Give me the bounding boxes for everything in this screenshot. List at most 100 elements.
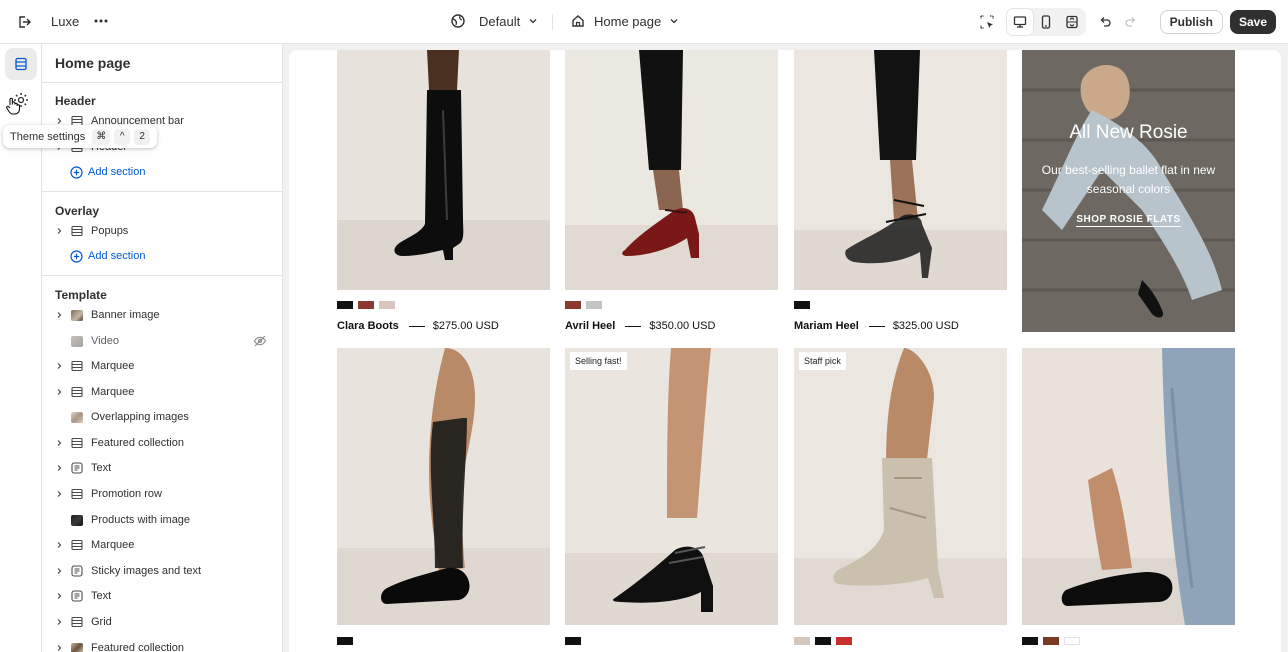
section-item-featured-collection[interactable]: Featured collection bbox=[52, 637, 274, 652]
swatches-row2-4 bbox=[1022, 637, 1080, 646]
section-item-text[interactable]: Text bbox=[52, 585, 274, 607]
section-item-marquee[interactable]: Marquee bbox=[52, 355, 274, 377]
promo-link[interactable]: SHOP ROSIE FLATS bbox=[1022, 214, 1235, 227]
swatch[interactable] bbox=[1064, 637, 1080, 645]
product-image-row2-2[interactable]: Selling fast! bbox=[565, 348, 778, 625]
store-name[interactable]: Luxe bbox=[51, 14, 79, 29]
section-label: Popups bbox=[91, 225, 129, 237]
shortcut-key-ctrl: ^ bbox=[114, 128, 131, 145]
page-label: Home page bbox=[594, 13, 662, 29]
section-item-popups[interactable]: Popups bbox=[52, 220, 274, 242]
theme-label: Default bbox=[479, 13, 521, 29]
undo-icon[interactable] bbox=[1092, 9, 1118, 35]
section-item-promotion-row[interactable]: Promotion row bbox=[52, 483, 274, 505]
chevron-right-icon[interactable] bbox=[52, 541, 66, 549]
add-section-header-button[interactable]: Add section bbox=[70, 162, 145, 182]
product-image-row2-3[interactable]: Staff pick bbox=[794, 348, 1007, 625]
product-image-mariam-heel[interactable] bbox=[794, 50, 1007, 290]
section-item-text[interactable]: Text bbox=[52, 457, 274, 479]
swatch[interactable] bbox=[794, 637, 810, 645]
section-label: Text bbox=[91, 590, 112, 602]
swatches-mariam-heel bbox=[794, 301, 810, 310]
section-item-products-with-image[interactable]: Products with image bbox=[52, 509, 274, 531]
image-thumb-icon bbox=[69, 512, 85, 528]
save-button[interactable]: Save bbox=[1229, 10, 1276, 34]
product-title-mariam-heel[interactable]: Mariam Heel $325.00 USD bbox=[794, 320, 959, 332]
section-label: Banner image bbox=[91, 309, 160, 321]
product-price: $275.00 USD bbox=[432, 320, 499, 332]
section-icon bbox=[69, 614, 85, 630]
swatch[interactable] bbox=[565, 637, 581, 645]
image-thumb-icon bbox=[69, 409, 85, 425]
theme-settings-tooltip: Theme settings ⌘ ^ 2 bbox=[3, 125, 158, 148]
swatch[interactable] bbox=[337, 637, 353, 645]
chevron-right-icon[interactable] bbox=[52, 311, 66, 319]
page-selector[interactable]: Home page bbox=[570, 8, 679, 34]
add-section-label: Add section bbox=[88, 250, 146, 262]
swatch[interactable] bbox=[1022, 637, 1038, 645]
theme-selector[interactable]: Default bbox=[450, 8, 538, 34]
product-image-row2-4[interactable] bbox=[1022, 348, 1235, 625]
chevron-right-icon[interactable] bbox=[52, 464, 66, 472]
add-section-overlay-button[interactable]: Add section bbox=[70, 246, 145, 266]
promo-tile-rosie[interactable]: All New Rosie Our best-selling ballet fl… bbox=[1022, 50, 1235, 332]
promo-heading: All New Rosie bbox=[1069, 122, 1188, 143]
swatch[interactable] bbox=[565, 301, 581, 309]
swatch[interactable] bbox=[586, 301, 602, 309]
swatch[interactable] bbox=[815, 637, 831, 645]
desktop-view-icon[interactable] bbox=[1006, 9, 1033, 35]
exit-icon[interactable] bbox=[12, 10, 36, 34]
publish-button[interactable]: Publish bbox=[1159, 10, 1223, 34]
fullwidth-view-icon[interactable] bbox=[1059, 9, 1085, 35]
promo-link-label: SHOP ROSIE FLATS bbox=[1076, 214, 1181, 227]
product-image-row2-1[interactable] bbox=[337, 348, 550, 625]
section-label: Featured collection bbox=[91, 642, 184, 652]
chevron-right-icon[interactable] bbox=[52, 618, 66, 626]
swatch[interactable] bbox=[794, 301, 810, 309]
chevron-right-icon[interactable] bbox=[52, 388, 66, 396]
eye-hidden-icon[interactable] bbox=[253, 334, 267, 351]
section-item-grid[interactable]: Grid bbox=[52, 611, 274, 633]
section-item-banner-image[interactable]: Banner image bbox=[52, 304, 274, 326]
section-item-sticky-images-and-text[interactable]: Sticky images and text bbox=[52, 560, 274, 582]
chevron-right-icon[interactable] bbox=[52, 117, 66, 125]
product-image-avril-heel[interactable] bbox=[565, 50, 778, 290]
section-label: Marquee bbox=[91, 539, 135, 551]
product-title-clara-boots[interactable]: Clara Boots $275.00 USD bbox=[337, 320, 499, 332]
swatches-row2-2 bbox=[565, 637, 581, 646]
divider bbox=[42, 82, 282, 83]
section-label: Overlapping images bbox=[91, 411, 189, 423]
section-item-overlapping-images[interactable]: Overlapping images bbox=[52, 406, 274, 428]
section-item-video[interactable]: Video bbox=[52, 330, 274, 352]
swatch[interactable] bbox=[337, 301, 353, 309]
sections-icon[interactable] bbox=[5, 48, 37, 80]
section-item-marquee[interactable]: Marquee bbox=[52, 534, 274, 556]
image-thumb-icon bbox=[69, 307, 85, 323]
chevron-right-icon[interactable] bbox=[52, 490, 66, 498]
divider bbox=[42, 275, 282, 276]
chevron-right-icon[interactable] bbox=[52, 644, 66, 652]
product-image-clara-boots[interactable] bbox=[337, 50, 550, 290]
chevron-right-icon[interactable] bbox=[52, 362, 66, 370]
swatch[interactable] bbox=[379, 301, 395, 309]
swatch[interactable] bbox=[1043, 637, 1059, 645]
section-icon bbox=[69, 223, 85, 239]
product-name: Avril Heel bbox=[565, 320, 616, 332]
chevron-right-icon[interactable] bbox=[52, 227, 66, 235]
swatch[interactable] bbox=[836, 637, 852, 645]
section-item-featured-collection[interactable]: Featured collection bbox=[52, 432, 274, 454]
promo-subtext: Our best-selling ballet flat in new seas… bbox=[1041, 163, 1216, 196]
mobile-view-icon[interactable] bbox=[1033, 9, 1059, 35]
more-icon[interactable] bbox=[90, 10, 112, 32]
chevron-right-icon[interactable] bbox=[52, 567, 66, 575]
chevron-right-icon[interactable] bbox=[52, 439, 66, 447]
group-title-template: Template bbox=[55, 288, 107, 302]
inspector-icon[interactable] bbox=[974, 9, 1000, 35]
chevron-right-icon[interactable] bbox=[52, 592, 66, 600]
product-title-avril-heel[interactable]: Avril Heel $350.00 USD bbox=[565, 320, 715, 332]
viewport-switcher bbox=[1005, 8, 1086, 36]
section-label: Sticky images and text bbox=[91, 565, 202, 577]
section-item-marquee[interactable]: Marquee bbox=[52, 381, 274, 403]
swatch[interactable] bbox=[358, 301, 374, 309]
redo-icon[interactable] bbox=[1118, 9, 1144, 35]
